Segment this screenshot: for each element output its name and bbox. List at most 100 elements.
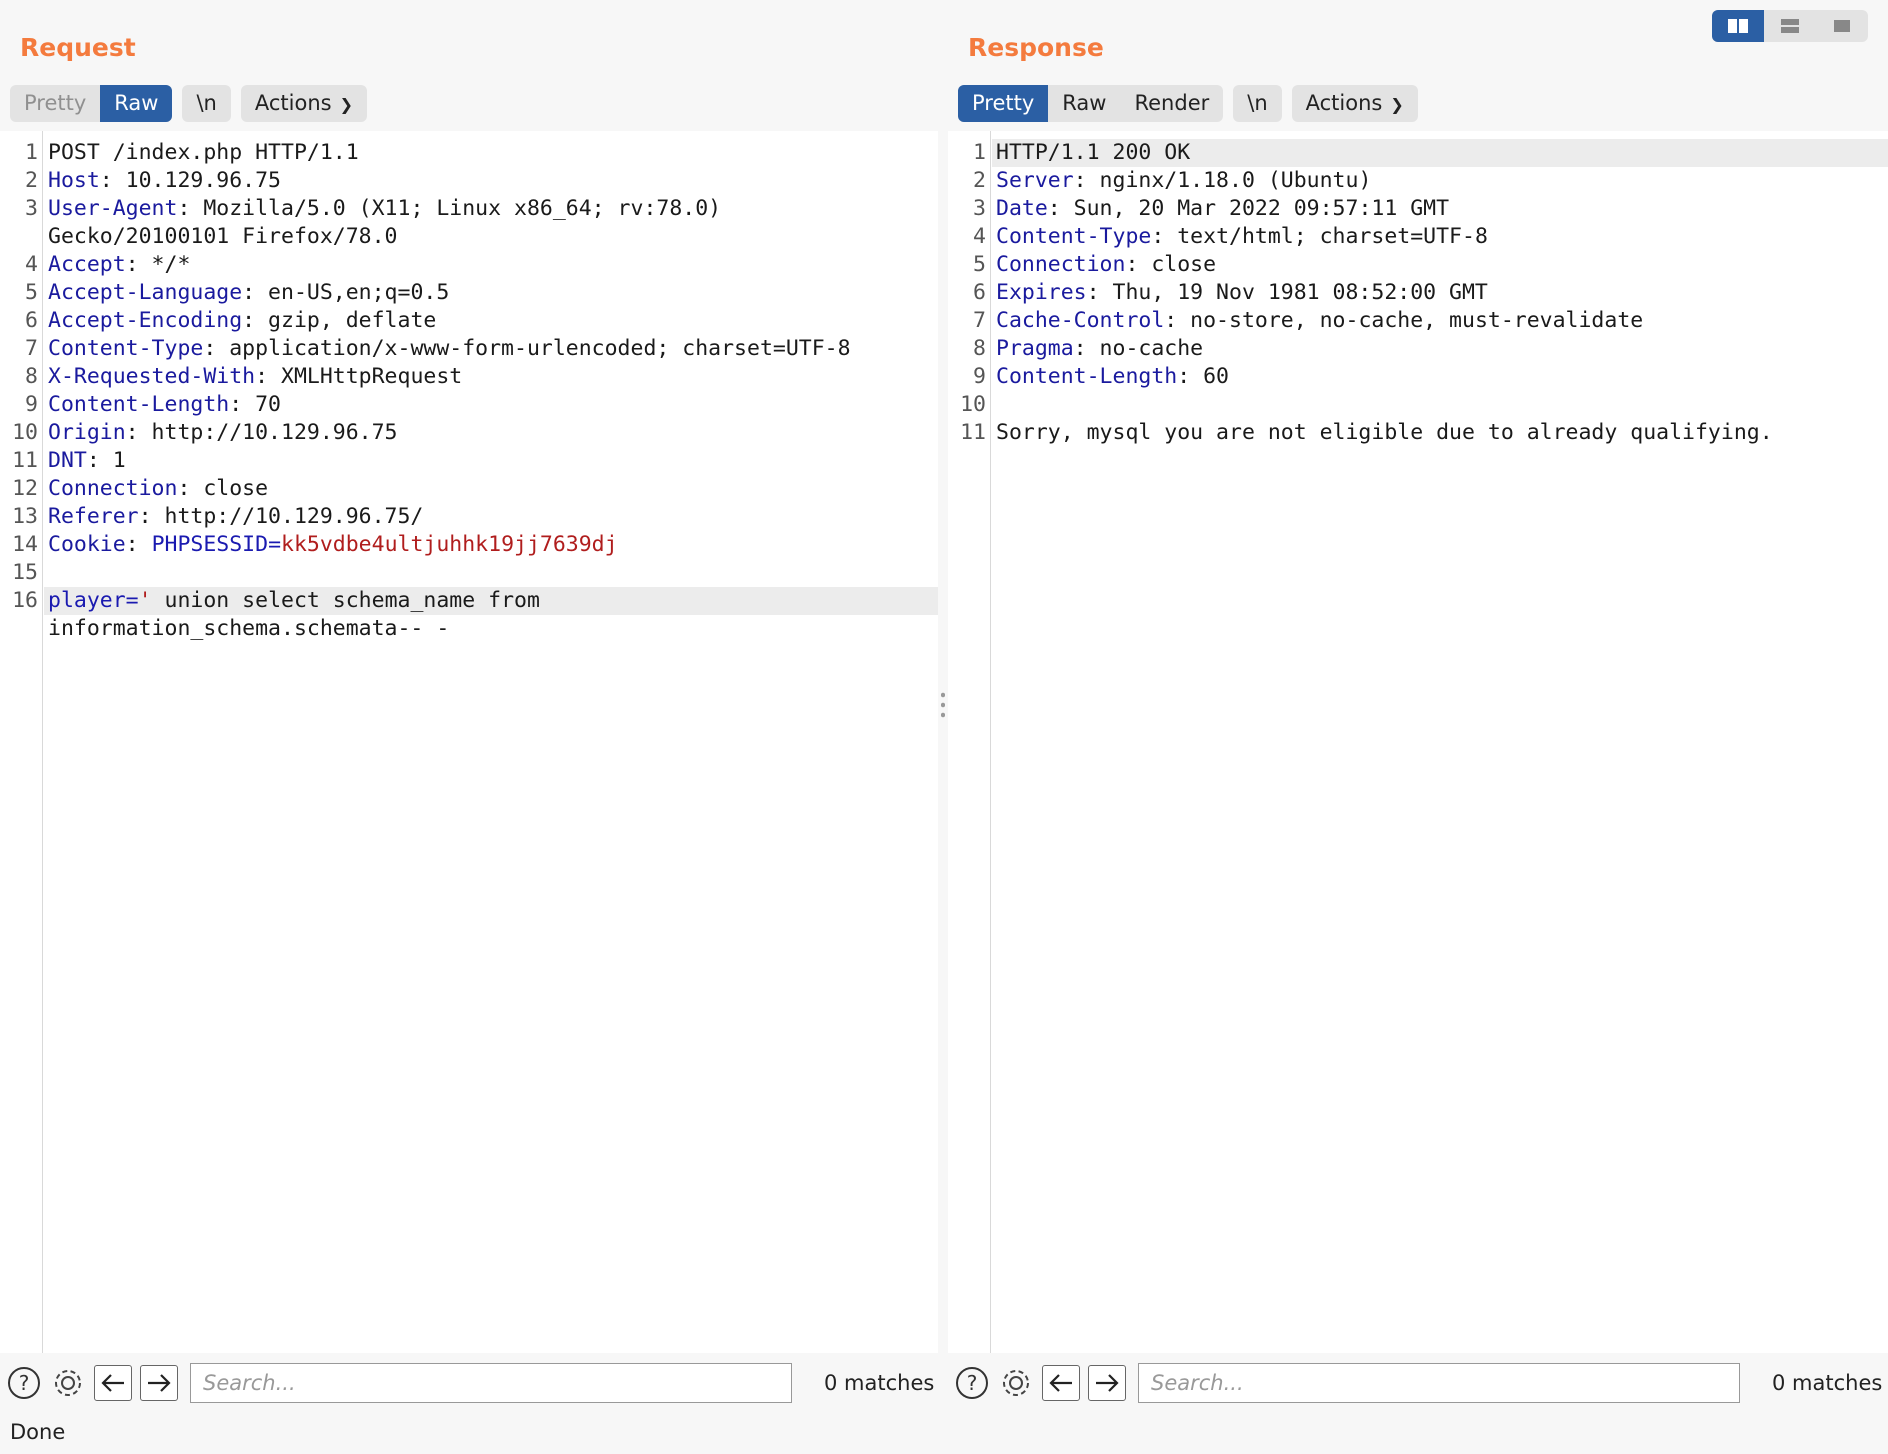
header-key: X-Requested-With (48, 364, 256, 389)
header-key: Date (996, 196, 1048, 221)
code-text: POST /index.php HTTP/1.1 (48, 140, 359, 165)
line-number: 4 (25, 252, 38, 277)
line-text: information_schema.schemata-- - (48, 615, 449, 643)
actions-label: Actions (254, 91, 332, 115)
line-number: 8 (973, 336, 986, 361)
line-text: Server: nginx/1.18.0 (Ubuntu) (996, 167, 1371, 195)
header-key: Content-Length (996, 364, 1178, 389)
gear-icon[interactable] (50, 1365, 86, 1401)
header-key: Accept-Encoding (48, 308, 243, 333)
drag-handle-icon[interactable] (941, 690, 945, 720)
single-pane-icon[interactable] (1816, 10, 1868, 42)
split-vertical-icon[interactable] (1764, 10, 1816, 42)
line-text: Cookie: PHPSESSID=kk5vdbe4ultjuhhk19jj76… (48, 531, 618, 559)
line-number: 11 (12, 448, 38, 473)
line-number: 16 (12, 588, 38, 613)
next-match-button[interactable] (140, 1364, 178, 1401)
response-search-input[interactable] (1138, 1362, 1740, 1403)
actions-label: Actions (1305, 91, 1383, 115)
request-toolbar: Pretty Raw \n Actions ❯ (10, 85, 367, 122)
arrow-right-icon (148, 1373, 171, 1392)
header-key: Pragma (996, 336, 1074, 361)
actions-menu-button[interactable]: Actions ❯ (1292, 85, 1418, 122)
line-number: 4 (973, 224, 986, 249)
previous-match-button[interactable] (1042, 1364, 1080, 1401)
code-text: : 1 (86, 448, 126, 473)
request-pane: Request Pretty Raw \n Actions ❯ 1 POST /in… (0, 0, 938, 1420)
code-text: : 10.129.96.75 (99, 168, 281, 193)
line-number: 11 (960, 420, 986, 445)
help-icon[interactable]: ? (954, 1365, 990, 1401)
request-editor[interactable]: 1 POST /index.php HTTP/1.1 2 Host: 10.129.9… (0, 131, 938, 1353)
svg-text:?: ? (967, 1371, 978, 1395)
line-text: Content-Length: 60 (996, 363, 1229, 391)
newline-toggle-button[interactable]: \n (1233, 85, 1281, 122)
response-editor[interactable]: 1 HTTP/1.1 200 OK 2 Server: nginx/1.18.0 (U… (948, 131, 1888, 1353)
line-number: 10 (12, 420, 38, 445)
code-text: : Mozilla/5.0 (X11; Linux x86_64; rv:78.… (177, 196, 722, 221)
header-key: Content-Type (996, 224, 1152, 249)
response-search-bar: ? 0 matches (948, 1360, 1888, 1405)
code-text: : close (177, 476, 269, 501)
line-text: Accept-Language: en-US,en;q=0.5 (48, 279, 449, 307)
code-text: Sorry, mysql you are not eligible due to… (996, 420, 1773, 445)
chevron-down-icon: ❯ (339, 95, 353, 114)
request-actions-group: Actions ❯ (240, 85, 367, 122)
response-pane: Response Pretty Raw Render \n Actions ❯ 1… (948, 0, 1888, 1420)
code-text: : http://10.129.96.75/ (138, 504, 424, 529)
previous-match-button[interactable] (94, 1364, 132, 1401)
highlighted-value: kk5vdbe4ultjuhhk19jj7639dj (281, 532, 618, 557)
line-text: POST /index.php HTTP/1.1 (48, 139, 359, 167)
gear-icon[interactable] (998, 1365, 1034, 1401)
param-key: = (125, 588, 139, 613)
tab-pretty[interactable]: Pretty (10, 85, 100, 122)
line-number: 8 (25, 364, 38, 389)
line-text: Content-Length: 70 (48, 391, 281, 419)
request-search-input[interactable] (190, 1362, 792, 1403)
request-search-bar: ? 0 matches (0, 1360, 938, 1405)
request-title: Request (20, 33, 136, 62)
header-key: Cache-Control (996, 308, 1165, 333)
header-key: Server (996, 168, 1074, 193)
line-number: 13 (12, 504, 38, 529)
line-number: 3 (973, 196, 986, 221)
header-key: User-Agent (48, 196, 178, 221)
request-newline-group: \n (182, 85, 231, 122)
line-text: Connection: close (996, 251, 1216, 279)
line-text: Origin: http://10.129.96.75 (48, 419, 398, 447)
line-number: 5 (25, 280, 38, 305)
line-number: 6 (25, 308, 38, 333)
code-text: : application/x-www-form-urlencoded; cha… (203, 336, 851, 361)
line-number: 12 (12, 476, 38, 501)
line-text: Accept: */* (48, 251, 190, 279)
response-title: Response (968, 33, 1104, 62)
actions-menu-button[interactable]: Actions ❯ (241, 85, 367, 122)
code-line[interactable]: 1 HTTP/1.1 200 OK (973, 139, 1888, 167)
code-text: : no-store, no-cache, must-revalidate (1164, 308, 1644, 333)
newline-toggle-button[interactable]: \n (182, 85, 230, 122)
tab-raw[interactable]: Raw (1048, 85, 1120, 122)
line-number: 9 (25, 392, 38, 417)
response-toolbar: Pretty Raw Render \n Actions ❯ (958, 85, 1418, 122)
param-key: PHPSESSID (151, 532, 269, 557)
code-text: : en-US,en;q=0.5 (242, 280, 450, 305)
tab-render[interactable]: Render (1120, 85, 1223, 122)
tab-pretty[interactable]: Pretty (958, 85, 1049, 122)
arrow-right-icon (1096, 1373, 1119, 1392)
pane-splitter[interactable] (938, 0, 948, 1420)
split-horizontal-icon[interactable] (1712, 10, 1764, 42)
tab-raw[interactable]: Raw (100, 85, 173, 122)
header-key: Accept (48, 252, 126, 277)
line-number: 2 (25, 168, 38, 193)
line-number: 14 (12, 532, 38, 557)
header-key: DNT (48, 448, 87, 473)
help-icon[interactable]: ? (6, 1365, 42, 1401)
line-number (0, 615, 38, 643)
line-number: 1 (25, 140, 38, 165)
code-text: : close (1125, 252, 1217, 277)
code-text: : text/html; charset=UTF-8 (1151, 224, 1488, 249)
line-number: 5 (973, 252, 986, 277)
code-line[interactable]: 16 player=' union select schema_name from (12, 587, 938, 615)
next-match-button[interactable] (1088, 1364, 1126, 1401)
header-key: Accept-Language (48, 280, 243, 305)
